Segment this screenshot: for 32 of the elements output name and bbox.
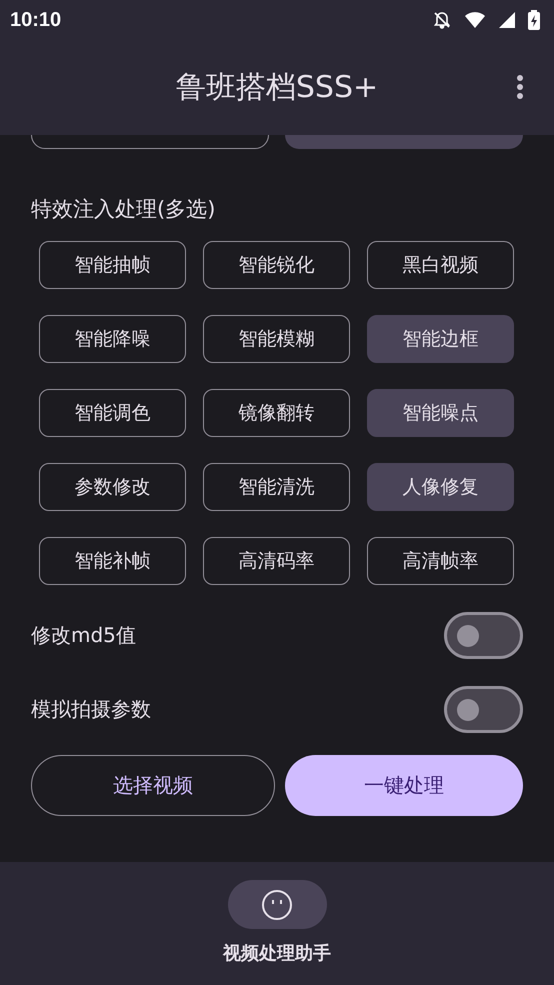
process-button[interactable]: 一键处理 (285, 755, 523, 816)
signal-icon (498, 11, 516, 29)
effect-chip[interactable]: 智能调色 (39, 389, 186, 437)
effect-chip[interactable]: 智能降噪 (39, 315, 186, 363)
status-time: 10:10 (10, 8, 62, 32)
effect-chip[interactable]: 高清帧率 (367, 537, 514, 585)
effect-chip[interactable]: 智能清洗 (203, 463, 350, 511)
effect-chip[interactable]: 智能抽帧 (39, 241, 186, 289)
battery-icon (528, 10, 540, 30)
effect-chip[interactable]: 智能锐化 (203, 241, 350, 289)
nav-tab[interactable] (228, 880, 326, 929)
toggle-switch[interactable] (444, 612, 523, 658)
effect-chip[interactable]: 智能边框 (367, 315, 514, 363)
app-title: 鲁班搭档SSS+ (176, 69, 378, 107)
more-icon[interactable] (516, 74, 524, 100)
wifi-icon (464, 11, 486, 29)
switch-label: 模拟拍摄参数 (31, 696, 151, 722)
effect-chip[interactable]: 智能模糊 (203, 315, 350, 363)
select-video-button[interactable]: 选择视频 (31, 755, 275, 816)
face-icon (261, 888, 293, 920)
nav-label: 视频处理助手 (223, 942, 331, 965)
effect-chip[interactable]: 人像修复 (367, 463, 514, 511)
effect-chip[interactable]: 镜像翻转 (203, 389, 350, 437)
section-heading: 特效注入处理(多选) (31, 196, 216, 223)
effect-chip[interactable]: 参数修改 (39, 463, 186, 511)
bell-off-icon (432, 10, 452, 30)
effect-chip[interactable]: 黑白视频 (367, 241, 514, 289)
switch-label: 修改md5值 (31, 622, 136, 648)
toggle-switch[interactable] (444, 686, 523, 732)
effect-chip[interactable]: 智能噪点 (367, 389, 514, 437)
effect-chip[interactable]: 高清码率 (203, 537, 350, 585)
effect-chip[interactable]: 智能补帧 (39, 537, 186, 585)
